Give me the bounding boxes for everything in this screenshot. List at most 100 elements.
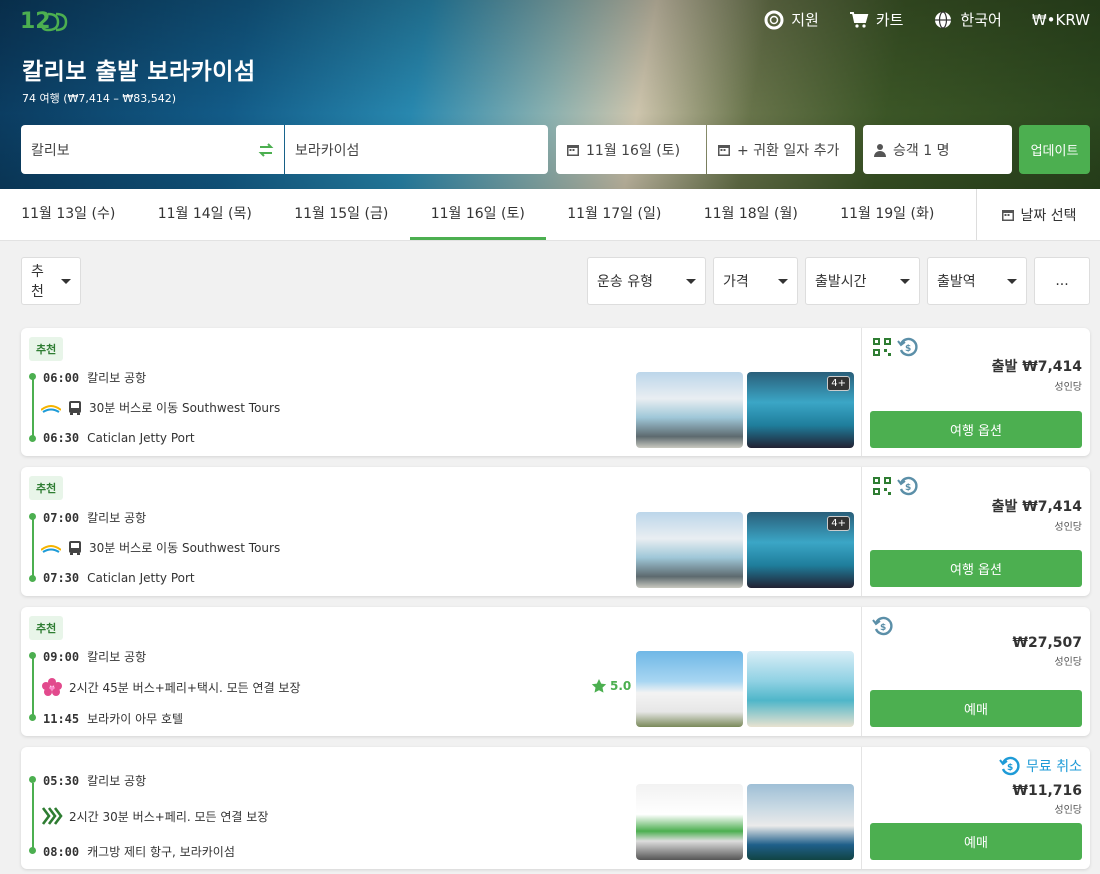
timeline-dot	[29, 714, 36, 721]
departure-time: 05:30	[43, 774, 80, 788]
lifebuoy-icon	[764, 10, 784, 29]
passenger-value: 승객 1 명	[893, 142, 950, 159]
refund-icon: $	[999, 756, 1020, 776]
departure-date-field[interactable]: 11월 16일 (토)	[556, 125, 706, 174]
ride-description: 2시간 30분 버스+페리. 모든 연결 보장	[69, 809, 269, 824]
result-card[interactable]: 추천 06:00 칼리보 공항 30분 버스로 이동 Southwest Tour…	[21, 328, 1090, 456]
price-block: 출발 ₩7,414 성인당	[992, 496, 1082, 533]
qr-ticket-icon	[873, 477, 891, 495]
support-label: 지원	[791, 11, 819, 29]
sort-dropdown[interactable]: 추천	[21, 257, 81, 305]
result-card[interactable]: 05:30 칼리보 공항 2시간 30분 버스+페리. 모든 연결 보장 08:0…	[21, 747, 1090, 869]
chevron-logo-icon	[41, 807, 63, 825]
transport-type-label: 운송 유형	[597, 274, 653, 290]
bus-photo[interactable]	[636, 651, 743, 727]
bus-photo[interactable]	[636, 512, 743, 588]
refund-icon: $	[872, 616, 893, 636]
date-tab[interactable]: 11월 15일 (금)	[273, 189, 410, 240]
timeline-line	[32, 783, 34, 851]
origin-field[interactable]: 칼리보	[21, 125, 284, 174]
date-tab[interactable]: 11월 17일 (일)	[546, 189, 683, 240]
cart-link[interactable]: 카트	[849, 9, 903, 30]
departure-place: 칼리보 공항	[87, 371, 147, 385]
trip-summary: 추천 06:00 칼리보 공항 30분 버스로 이동 Southwest Tour…	[21, 328, 861, 456]
language-selector[interactable]: 한국어	[933, 9, 1002, 30]
timeline-dot	[29, 373, 36, 380]
arrival-time: 11:45	[43, 712, 80, 726]
arrival-place: Caticlan Jetty Port	[87, 431, 195, 445]
price-panel: $ ₩27,507 성인당 예매	[861, 607, 1090, 736]
trip-summary: 추천 07:00 칼리보 공항 30분 버스로 이동 Southwest Tour…	[21, 467, 861, 596]
rating: 5.0	[591, 678, 631, 694]
swap-icon[interactable]	[258, 142, 274, 157]
departure-station-filter[interactable]: 출발역	[927, 257, 1027, 305]
more-filters-button[interactable]: ...	[1034, 257, 1090, 305]
book-button[interactable]: 예매	[870, 823, 1082, 860]
departure-stop: 09:00 칼리보 공항	[43, 648, 146, 665]
arrival-stop: 11:45 보라카이 아무 호텔	[43, 710, 183, 727]
trip-count: 74 여행 (₩7,414 – ₩83,542)	[22, 92, 177, 105]
refund-icon: $	[897, 476, 918, 496]
currency-selector[interactable]: ₩•KRW	[1032, 11, 1090, 29]
brand-logo[interactable]: 12	[20, 4, 68, 36]
free-cancellation-label: 무료 취소	[1026, 759, 1082, 775]
qr-ticket-icon	[873, 338, 891, 356]
timeline-line	[32, 655, 34, 717]
departure-time-filter[interactable]: 출발시간	[805, 257, 920, 305]
transport-type-filter[interactable]: 운송 유형	[587, 257, 706, 305]
hero-banner: 12 지원 카트 한국어 ₩•KRW 칼리보 출발 보라카이섬 74 여행 (₩…	[0, 0, 1100, 189]
bus-photo[interactable]	[636, 784, 743, 860]
svg-text:$: $	[880, 623, 886, 633]
departure-stop: 07:00 칼리보 공항	[43, 509, 146, 526]
date-tab-active[interactable]: 11월 16일 (토)	[409, 189, 546, 240]
destination-field[interactable]: 보라카이섬	[285, 125, 548, 174]
date-tab[interactable]: 11월 19일 (화)	[819, 189, 956, 240]
date-tab[interactable]: 11월 14일 (목)	[137, 189, 274, 240]
ride-info: 30분 버스로 이동 Southwest Tours	[41, 539, 280, 556]
bus-interior-photo[interactable]: 4+	[747, 512, 854, 588]
caret-down-icon	[61, 278, 71, 284]
timeline-line	[32, 376, 34, 438]
return-date-label: + 귀환 일자 추가	[737, 142, 840, 159]
update-button[interactable]: 업데이트	[1019, 125, 1090, 174]
bus-icon	[69, 540, 81, 555]
result-card[interactable]: 추천 09:00 칼리보 공항 2시간 45분 버스+페리+택시. 모든 연결 보…	[21, 607, 1090, 736]
page-title: 칼리보 출발 보라카이섬	[22, 59, 256, 85]
user-icon	[874, 143, 886, 157]
arrival-stop: 08:00 캐그방 제티 항구, 보라카이섬	[43, 843, 235, 860]
result-card[interactable]: 추천 07:00 칼리보 공항 30분 버스로 이동 Southwest Tour…	[21, 467, 1090, 596]
price-filter[interactable]: 가격	[713, 257, 798, 305]
ferry-photo[interactable]	[747, 784, 854, 860]
date-tab[interactable]: 11월 18일 (월)	[683, 189, 820, 240]
return-date-field[interactable]: + 귀환 일자 추가	[707, 125, 855, 174]
support-link[interactable]: 지원	[764, 9, 819, 30]
filter-bar: 추천 운송 유형 가격 출발시간 출발역 ...	[0, 241, 1100, 327]
trip-options-button[interactable]: 여행 옵션	[870, 411, 1082, 448]
timeline-line	[32, 516, 34, 578]
passenger-field[interactable]: 승객 1 명	[863, 125, 1012, 174]
bus-icon	[69, 400, 81, 415]
language-label: 한국어	[960, 11, 1002, 29]
pick-date-label: 날짜 선택	[1020, 207, 1077, 224]
timeline-dot	[29, 652, 36, 659]
ride-info: 2시간 30분 버스+페리. 모든 연결 보장	[41, 806, 268, 826]
ferry-photo[interactable]	[747, 651, 854, 727]
caret-down-icon	[1007, 278, 1017, 284]
date-tab[interactable]: 11월 13일 (수)	[0, 189, 137, 240]
price-value: 출발 ₩7,414	[991, 359, 1082, 375]
svg-text:$: $	[1007, 763, 1013, 773]
bus-photo[interactable]	[636, 372, 743, 448]
flower-logo-icon	[42, 678, 62, 696]
trip-options-button[interactable]: 여행 옵션	[870, 550, 1082, 587]
price-panel: $ 출발 ₩7,414 성인당 여행 옵션	[861, 328, 1090, 456]
departure-station-label: 출발역	[937, 274, 976, 290]
pick-date-button[interactable]: 날짜 선택	[976, 189, 1100, 240]
price-value: 출발 ₩7,414	[991, 499, 1082, 515]
arrival-time: 07:30	[43, 571, 80, 585]
book-button[interactable]: 예매	[870, 690, 1082, 727]
origin-value: 칼리보	[31, 142, 70, 159]
price-block: ₩11,716 성인당	[1013, 783, 1082, 816]
bus-interior-photo[interactable]: 4+	[747, 372, 854, 448]
destination-value: 보라카이섬	[295, 142, 360, 159]
svg-text:$: $	[905, 483, 911, 493]
